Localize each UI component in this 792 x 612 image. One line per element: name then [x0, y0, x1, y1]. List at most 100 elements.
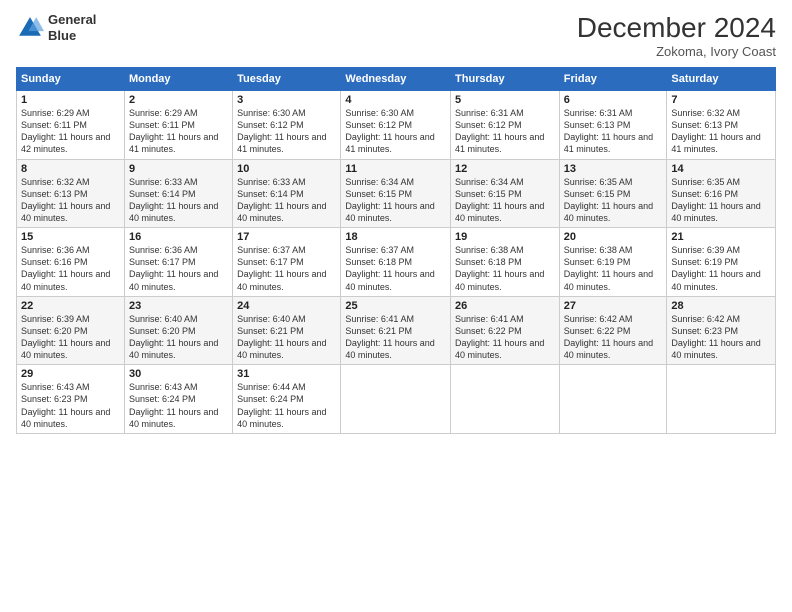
- day-cell: 27 Sunrise: 6:42 AM Sunset: 6:22 PM Dayl…: [559, 296, 667, 365]
- day-number: 5: [455, 94, 555, 106]
- day-cell: 23 Sunrise: 6:40 AM Sunset: 6:20 PM Dayl…: [124, 296, 232, 365]
- day-number: 31: [237, 368, 336, 380]
- logo: General Blue: [16, 12, 96, 43]
- calendar-table: SundayMondayTuesdayWednesdayThursdayFrid…: [16, 67, 776, 434]
- day-number: 27: [564, 300, 663, 312]
- day-cell: 16 Sunrise: 6:36 AM Sunset: 6:17 PM Dayl…: [124, 228, 232, 297]
- day-number: 19: [455, 231, 555, 243]
- day-info: Sunrise: 6:43 AM Sunset: 6:23 PM Dayligh…: [21, 381, 120, 430]
- day-info: Sunrise: 6:42 AM Sunset: 6:23 PM Dayligh…: [671, 313, 771, 362]
- page: General Blue December 2024 Zokoma, Ivory…: [0, 0, 792, 612]
- day-info: Sunrise: 6:32 AM Sunset: 6:13 PM Dayligh…: [671, 107, 771, 156]
- day-number: 24: [237, 300, 336, 312]
- day-info: Sunrise: 6:37 AM Sunset: 6:17 PM Dayligh…: [237, 244, 336, 293]
- day-cell: 15 Sunrise: 6:36 AM Sunset: 6:16 PM Dayl…: [17, 228, 125, 297]
- day-number: 30: [129, 368, 228, 380]
- day-number: 10: [237, 163, 336, 175]
- day-number: 22: [21, 300, 120, 312]
- day-number: 15: [21, 231, 120, 243]
- day-cell: 24 Sunrise: 6:40 AM Sunset: 6:21 PM Dayl…: [233, 296, 341, 365]
- day-number: 2: [129, 94, 228, 106]
- day-number: 25: [345, 300, 446, 312]
- day-number: 18: [345, 231, 446, 243]
- day-number: 26: [455, 300, 555, 312]
- day-cell: 29 Sunrise: 6:43 AM Sunset: 6:23 PM Dayl…: [17, 365, 125, 434]
- day-number: 20: [564, 231, 663, 243]
- day-info: Sunrise: 6:44 AM Sunset: 6:24 PM Dayligh…: [237, 381, 336, 430]
- day-number: 4: [345, 94, 446, 106]
- week-row-2: 8 Sunrise: 6:32 AM Sunset: 6:13 PM Dayli…: [17, 159, 776, 228]
- day-info: Sunrise: 6:34 AM Sunset: 6:15 PM Dayligh…: [455, 176, 555, 225]
- day-number: 28: [671, 300, 771, 312]
- day-number: 6: [564, 94, 663, 106]
- day-cell: 4 Sunrise: 6:30 AM Sunset: 6:12 PM Dayli…: [341, 91, 451, 160]
- day-cell: 12 Sunrise: 6:34 AM Sunset: 6:15 PM Dayl…: [451, 159, 560, 228]
- col-header-saturday: Saturday: [667, 68, 776, 91]
- day-info: Sunrise: 6:41 AM Sunset: 6:22 PM Dayligh…: [455, 313, 555, 362]
- day-cell: 5 Sunrise: 6:31 AM Sunset: 6:12 PM Dayli…: [451, 91, 560, 160]
- day-cell: 13 Sunrise: 6:35 AM Sunset: 6:15 PM Dayl…: [559, 159, 667, 228]
- day-cell: 14 Sunrise: 6:35 AM Sunset: 6:16 PM Dayl…: [667, 159, 776, 228]
- day-number: 1: [21, 94, 120, 106]
- day-cell: 2 Sunrise: 6:29 AM Sunset: 6:11 PM Dayli…: [124, 91, 232, 160]
- week-row-3: 15 Sunrise: 6:36 AM Sunset: 6:16 PM Dayl…: [17, 228, 776, 297]
- day-info: Sunrise: 6:38 AM Sunset: 6:19 PM Dayligh…: [564, 244, 663, 293]
- day-number: 16: [129, 231, 228, 243]
- day-cell: 6 Sunrise: 6:31 AM Sunset: 6:13 PM Dayli…: [559, 91, 667, 160]
- logo-text: General Blue: [48, 12, 96, 43]
- day-info: Sunrise: 6:33 AM Sunset: 6:14 PM Dayligh…: [237, 176, 336, 225]
- day-number: 17: [237, 231, 336, 243]
- day-cell: 25 Sunrise: 6:41 AM Sunset: 6:21 PM Dayl…: [341, 296, 451, 365]
- day-info: Sunrise: 6:29 AM Sunset: 6:11 PM Dayligh…: [21, 107, 120, 156]
- day-info: Sunrise: 6:38 AM Sunset: 6:18 PM Dayligh…: [455, 244, 555, 293]
- day-number: 14: [671, 163, 771, 175]
- day-info: Sunrise: 6:29 AM Sunset: 6:11 PM Dayligh…: [129, 107, 228, 156]
- day-info: Sunrise: 6:31 AM Sunset: 6:13 PM Dayligh…: [564, 107, 663, 156]
- location: Zokoma, Ivory Coast: [577, 44, 776, 59]
- day-info: Sunrise: 6:37 AM Sunset: 6:18 PM Dayligh…: [345, 244, 446, 293]
- title-block: December 2024 Zokoma, Ivory Coast: [577, 12, 776, 59]
- day-info: Sunrise: 6:35 AM Sunset: 6:15 PM Dayligh…: [564, 176, 663, 225]
- day-cell: 17 Sunrise: 6:37 AM Sunset: 6:17 PM Dayl…: [233, 228, 341, 297]
- day-cell: [341, 365, 451, 434]
- day-cell: 1 Sunrise: 6:29 AM Sunset: 6:11 PM Dayli…: [17, 91, 125, 160]
- col-header-wednesday: Wednesday: [341, 68, 451, 91]
- day-info: Sunrise: 6:30 AM Sunset: 6:12 PM Dayligh…: [345, 107, 446, 156]
- col-header-tuesday: Tuesday: [233, 68, 341, 91]
- day-number: 29: [21, 368, 120, 380]
- day-number: 7: [671, 94, 771, 106]
- day-info: Sunrise: 6:33 AM Sunset: 6:14 PM Dayligh…: [129, 176, 228, 225]
- day-number: 23: [129, 300, 228, 312]
- day-cell: 8 Sunrise: 6:32 AM Sunset: 6:13 PM Dayli…: [17, 159, 125, 228]
- day-cell: 30 Sunrise: 6:43 AM Sunset: 6:24 PM Dayl…: [124, 365, 232, 434]
- col-header-monday: Monday: [124, 68, 232, 91]
- day-cell: 22 Sunrise: 6:39 AM Sunset: 6:20 PM Dayl…: [17, 296, 125, 365]
- day-info: Sunrise: 6:30 AM Sunset: 6:12 PM Dayligh…: [237, 107, 336, 156]
- day-cell: [451, 365, 560, 434]
- day-info: Sunrise: 6:42 AM Sunset: 6:22 PM Dayligh…: [564, 313, 663, 362]
- day-cell: 21 Sunrise: 6:39 AM Sunset: 6:19 PM Dayl…: [667, 228, 776, 297]
- day-cell: 9 Sunrise: 6:33 AM Sunset: 6:14 PM Dayli…: [124, 159, 232, 228]
- day-cell: 28 Sunrise: 6:42 AM Sunset: 6:23 PM Dayl…: [667, 296, 776, 365]
- day-number: 8: [21, 163, 120, 175]
- day-info: Sunrise: 6:36 AM Sunset: 6:17 PM Dayligh…: [129, 244, 228, 293]
- day-info: Sunrise: 6:40 AM Sunset: 6:21 PM Dayligh…: [237, 313, 336, 362]
- day-cell: 20 Sunrise: 6:38 AM Sunset: 6:19 PM Dayl…: [559, 228, 667, 297]
- day-info: Sunrise: 6:40 AM Sunset: 6:20 PM Dayligh…: [129, 313, 228, 362]
- day-info: Sunrise: 6:32 AM Sunset: 6:13 PM Dayligh…: [21, 176, 120, 225]
- day-info: Sunrise: 6:31 AM Sunset: 6:12 PM Dayligh…: [455, 107, 555, 156]
- day-info: Sunrise: 6:34 AM Sunset: 6:15 PM Dayligh…: [345, 176, 446, 225]
- col-header-thursday: Thursday: [451, 68, 560, 91]
- header: General Blue December 2024 Zokoma, Ivory…: [16, 12, 776, 59]
- header-row: SundayMondayTuesdayWednesdayThursdayFrid…: [17, 68, 776, 91]
- day-cell: 26 Sunrise: 6:41 AM Sunset: 6:22 PM Dayl…: [451, 296, 560, 365]
- day-info: Sunrise: 6:36 AM Sunset: 6:16 PM Dayligh…: [21, 244, 120, 293]
- day-number: 11: [345, 163, 446, 175]
- day-cell: 18 Sunrise: 6:37 AM Sunset: 6:18 PM Dayl…: [341, 228, 451, 297]
- day-number: 13: [564, 163, 663, 175]
- day-info: Sunrise: 6:39 AM Sunset: 6:20 PM Dayligh…: [21, 313, 120, 362]
- day-info: Sunrise: 6:35 AM Sunset: 6:16 PM Dayligh…: [671, 176, 771, 225]
- day-number: 3: [237, 94, 336, 106]
- day-cell: [667, 365, 776, 434]
- day-number: 12: [455, 163, 555, 175]
